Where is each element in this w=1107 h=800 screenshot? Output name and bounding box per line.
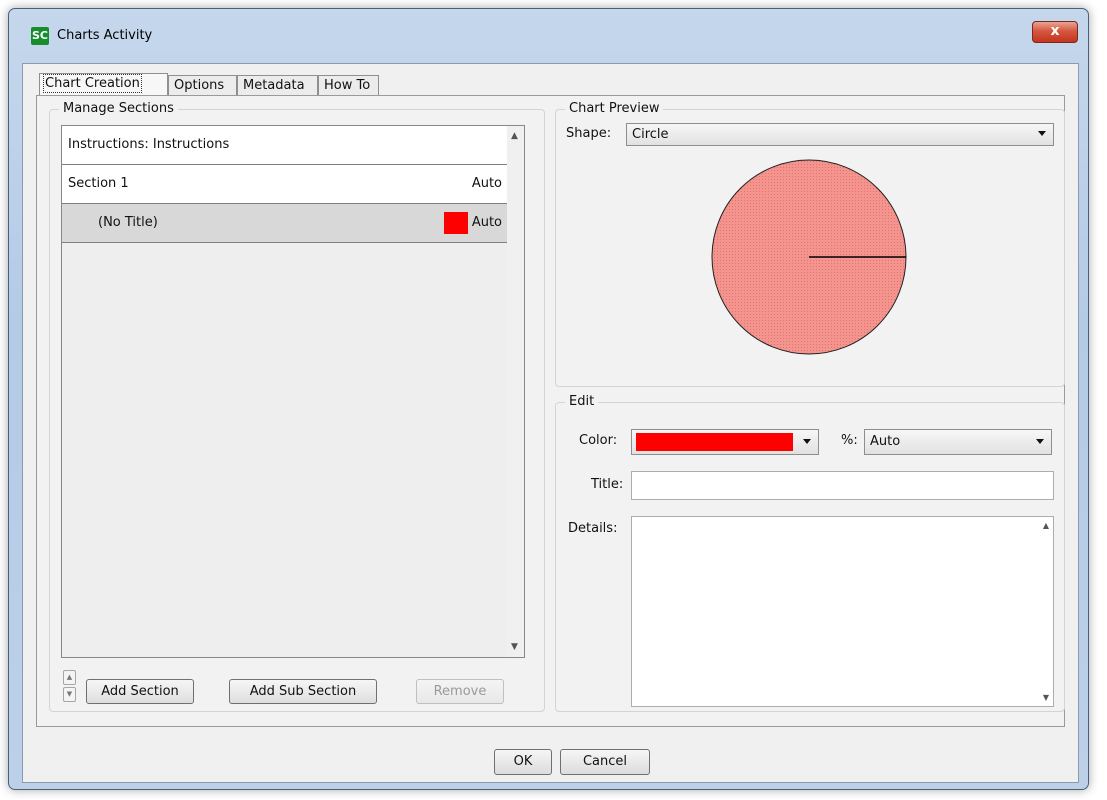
details-textarea[interactable]: ▲ ▼ <box>631 516 1054 707</box>
percent-select[interactable]: Auto <box>864 429 1052 455</box>
sections-list[interactable]: Instructions: Instructions Section 1 Aut… <box>61 125 525 658</box>
scroll-up-icon[interactable]: ▲ <box>511 131 518 141</box>
tab-chart-creation[interactable]: Chart Creation <box>39 73 168 96</box>
color-select[interactable] <box>631 429 819 455</box>
move-up-button[interactable]: ▲ <box>63 670 76 685</box>
shape-select[interactable]: Circle <box>626 123 1054 146</box>
details-label: Details: <box>568 521 618 536</box>
close-button[interactable]: x <box>1032 21 1078 43</box>
scroll-down-icon[interactable]: ▼ <box>1043 693 1049 702</box>
tab-how-to[interactable]: How To <box>318 75 379 95</box>
add-sub-section-button[interactable]: Add Sub Section <box>229 679 377 704</box>
chart-preview-group: Chart Preview Shape: Circle <box>555 101 1065 387</box>
manage-sections-legend: Manage Sections <box>59 101 178 116</box>
manage-sections-group: Manage Sections Instructions: Instructio… <box>49 101 545 712</box>
title-input[interactable] <box>631 471 1054 500</box>
edit-legend: Edit <box>565 394 599 409</box>
section-color-swatch <box>444 212 468 234</box>
color-swatch <box>636 433 793 451</box>
charts-activity-window: SC Charts Activity x Chart Creation Opti… <box>8 8 1089 790</box>
shape-label: Shape: <box>566 126 612 141</box>
window-title: Charts Activity <box>57 28 153 43</box>
list-item[interactable]: Section 1 Auto <box>62 165 508 204</box>
scroll-up-icon[interactable]: ▲ <box>1043 521 1049 530</box>
chart-preview-legend: Chart Preview <box>565 101 664 116</box>
dialog-client-area: Chart Creation Options Metadata How To M… <box>22 63 1079 783</box>
scroll-down-icon[interactable]: ▼ <box>511 642 518 652</box>
title-label: Title: <box>591 477 624 492</box>
chart-creation-panel: Manage Sections Instructions: Instructio… <box>36 95 1065 727</box>
color-label: Color: <box>579 433 618 448</box>
cancel-button[interactable]: Cancel <box>560 749 650 775</box>
chevron-down-icon <box>1036 439 1044 444</box>
percent-label: %: <box>841 433 858 448</box>
sections-scrollbar[interactable]: ▲ ▼ <box>507 126 524 657</box>
chart-preview-svg <box>711 159 907 355</box>
add-section-button[interactable]: Add Section <box>86 679 194 704</box>
list-item-selected[interactable]: (No Title) Auto <box>62 204 508 243</box>
tab-metadata[interactable]: Metadata <box>237 75 318 95</box>
ok-button[interactable]: OK <box>494 749 552 775</box>
remove-button: Remove <box>416 679 504 704</box>
edit-group: Edit Color: %: Auto Title: Details: ▲ ▼ <box>555 394 1065 712</box>
title-bar[interactable]: SC Charts Activity x <box>9 9 1088 63</box>
tab-options[interactable]: Options <box>168 75 237 95</box>
chevron-down-icon <box>1038 131 1046 136</box>
chevron-down-icon <box>803 439 811 444</box>
list-item[interactable]: Instructions: Instructions <box>62 126 508 165</box>
move-down-button[interactable]: ▼ <box>63 687 76 702</box>
app-icon: SC <box>31 27 49 45</box>
